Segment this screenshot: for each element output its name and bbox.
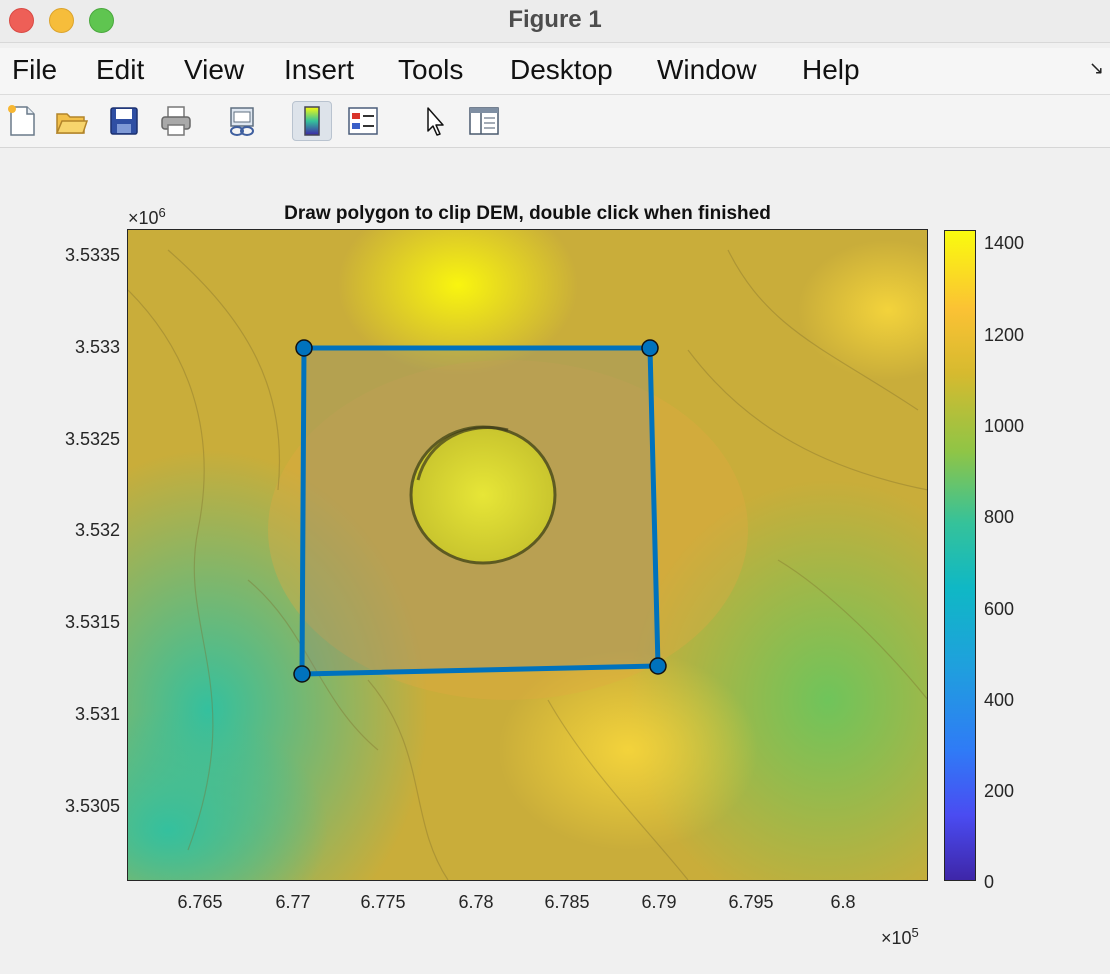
polygon-vertex[interactable] [649,657,667,675]
crater [409,425,557,565]
polygon-vertex[interactable] [293,665,311,683]
x-tick-label: 6.775 [360,892,406,912]
y-tick-label: 3.532 [74,520,120,540]
menu-window[interactable]: Window [657,54,757,86]
menu-edit[interactable]: Edit [96,54,144,86]
link-plot-icon[interactable] [222,101,262,141]
new-figure-icon[interactable] [2,101,42,141]
menu-file[interactable]: File [12,54,57,86]
open-file-icon[interactable] [51,101,91,141]
x-tick-label: 6.8 [830,892,856,912]
colorbar-tick-label: 400 [984,690,1015,710]
colorbar-tick-label: 1200 [984,325,1025,345]
print-icon[interactable] [156,101,196,141]
menu-help[interactable]: Help [802,54,860,86]
x-tick-label: 6.78 [458,892,494,912]
dem-image [128,230,927,880]
x-tick-label: 6.785 [544,892,590,912]
x-tick-label: 6.77 [275,892,311,912]
dem-plot-axes[interactable] [127,229,928,881]
edit-plot-arrow-icon[interactable] [414,101,454,141]
menu-tools[interactable]: Tools [398,54,463,86]
property-inspector-icon[interactable] [464,101,504,141]
colorbar-tick-label: 1000 [984,416,1025,436]
window-title: Figure 1 [508,6,602,33]
x-tick-label: 6.795 [728,892,774,912]
y-tick-label: 3.531 [74,704,120,724]
menu-insert[interactable]: Insert [284,54,354,86]
y-tick-label: 3.5315 [64,612,120,632]
x-tick-label: 6.79 [641,892,677,912]
colorbar-tick-label: 800 [984,507,1015,527]
polygon-vertex[interactable] [641,339,659,357]
colorbar-tick-label: 600 [984,599,1015,619]
y-tick-label: 3.5325 [64,429,120,449]
x-tick-label: 6.765 [177,892,223,912]
y-tick-label: 3.533 [74,337,120,357]
polygon-vertex[interactable] [295,339,313,357]
dock-arrow-icon[interactable]: ↘ [1089,58,1104,79]
plot-title: Draw polygon to clip DEM, double click w… [284,203,771,224]
x-axis-exponent: ×105 [881,925,919,948]
colorbar-tick-label: 1400 [984,233,1025,253]
menu-view[interactable]: View [184,54,244,86]
menu-bar: File Edit View Insert Tools Desktop Wind… [0,48,1110,95]
save-icon[interactable] [104,101,144,141]
colorbar-tick-label: 0 [984,872,995,892]
colorbar-tick-label: 200 [984,781,1015,801]
menu-desktop[interactable]: Desktop [510,54,613,86]
figure-toolbar [0,95,1110,148]
legend-icon[interactable] [343,101,383,141]
y-tick-label: 3.5305 [64,796,120,816]
y-tick-label: 3.5335 [64,245,120,265]
colorbar[interactable] [944,230,976,881]
window-title-bar: Figure 1 [0,0,1110,43]
colorbar-icon[interactable] [292,101,332,141]
